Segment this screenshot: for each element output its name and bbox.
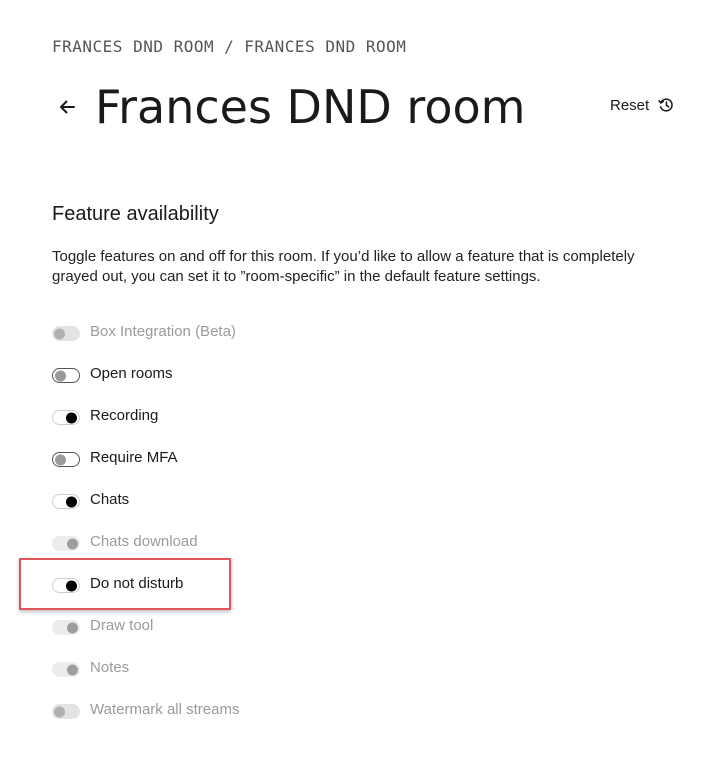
toggle-do-not-disturb[interactable]: [52, 578, 80, 593]
toggle-knob: [67, 538, 78, 549]
toggle-open-rooms[interactable]: [52, 368, 80, 383]
reset-button[interactable]: Reset: [610, 96, 675, 114]
history-icon: [658, 98, 673, 112]
back-button[interactable]: [52, 92, 82, 122]
breadcrumb-item[interactable]: FRANCES DND ROOM: [244, 37, 406, 56]
feature-label: Do not disturb: [90, 575, 184, 592]
arrow-left-icon: [60, 100, 75, 114]
feature-item-do-not-disturb: Do not disturb: [52, 574, 239, 616]
feature-label: Recording: [90, 407, 159, 424]
feature-item-draw-tool: Draw tool: [52, 616, 239, 658]
toggle-box-integration[interactable]: [52, 326, 80, 341]
breadcrumb-separator: /: [224, 37, 235, 56]
section-description: Toggle features on and off for this room…: [52, 248, 635, 285]
toggle-notes[interactable]: [52, 662, 80, 677]
section-heading: Feature availability: [52, 203, 219, 225]
toggle-draw-tool[interactable]: [52, 620, 80, 635]
toggle-knob: [54, 328, 65, 339]
feature-item-open-rooms: Open rooms: [52, 364, 239, 406]
page-title: Frances DND room: [95, 80, 526, 134]
toggle-chats[interactable]: [52, 494, 80, 509]
toggle-knob: [67, 622, 78, 633]
feature-label: Open rooms: [90, 365, 173, 382]
feature-item-recording: Recording: [52, 406, 239, 448]
feature-item-notes: Notes: [52, 658, 239, 700]
toggle-knob: [55, 454, 66, 465]
feature-item-watermark: Watermark all streams: [52, 700, 239, 742]
feature-label: Chats: [90, 491, 130, 508]
feature-label: Draw tool: [90, 617, 154, 634]
feature-list: Box Integration (Beta) Open rooms Record…: [52, 322, 239, 742]
feature-label: Notes: [90, 659, 130, 676]
toggle-require-mfa[interactable]: [52, 452, 80, 467]
feature-item-require-mfa: Require MFA: [52, 448, 239, 490]
toggle-chats-download[interactable]: [52, 536, 80, 551]
reset-label: Reset: [610, 96, 650, 114]
toggle-watermark[interactable]: [52, 704, 80, 719]
feature-label: Chats download: [90, 533, 198, 550]
toggle-recording[interactable]: [52, 410, 80, 425]
breadcrumb: FRANCES DND ROOM / FRANCES DND ROOM: [52, 37, 406, 56]
feature-label: Require MFA: [90, 449, 178, 466]
toggle-knob: [66, 412, 77, 423]
feature-label: Box Integration (Beta): [90, 323, 236, 340]
feature-item-chats: Chats: [52, 490, 239, 532]
feature-label: Watermark all streams: [90, 701, 240, 718]
toggle-knob: [66, 580, 77, 591]
feature-item-box-integration: Box Integration (Beta): [52, 322, 239, 364]
breadcrumb-item[interactable]: FRANCES DND ROOM: [52, 37, 214, 56]
toggle-knob: [54, 706, 65, 717]
toggle-knob: [55, 370, 66, 381]
toggle-knob: [66, 496, 77, 507]
feature-item-chats-download: Chats download: [52, 532, 239, 574]
toggle-knob: [67, 664, 78, 675]
